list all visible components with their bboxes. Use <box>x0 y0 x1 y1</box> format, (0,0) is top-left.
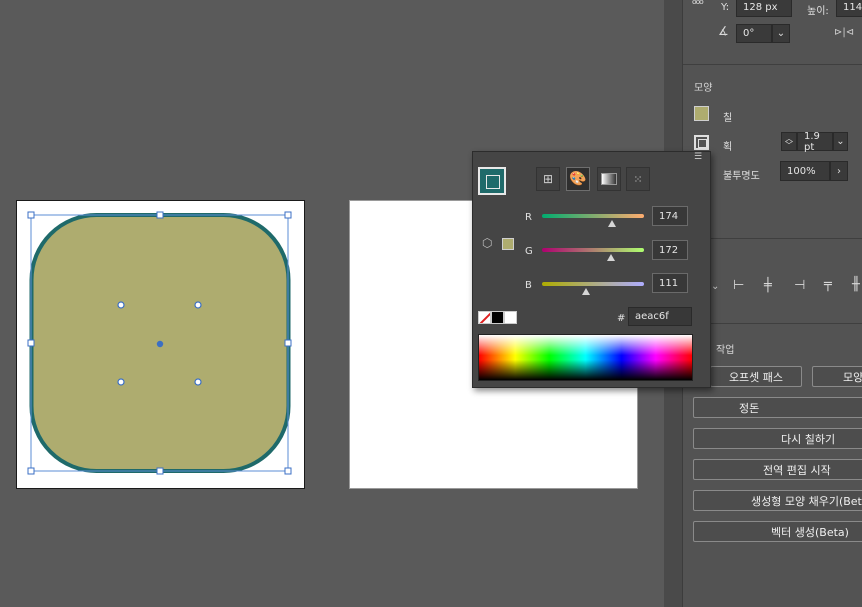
align-left-icon[interactable]: ⊢ <box>733 278 744 293</box>
current-color-swatch <box>502 238 514 250</box>
red-value-input[interactable]: 174 <box>652 206 688 226</box>
quick-actions-title: 작업 <box>716 345 735 356</box>
out-of-gamut-cube-icon[interactable]: ⬡ <box>482 236 492 250</box>
black-swatch[interactable] <box>491 311 504 324</box>
swatches-grid-icon: ⊞ <box>542 172 554 186</box>
y-label: Y: <box>721 2 730 13</box>
pattern-icon: ⁙ <box>633 172 643 186</box>
align-center-horizontal-icon[interactable]: ╪ <box>764 278 772 293</box>
align-dropdown-icon[interactable]: ⌄ <box>711 281 719 292</box>
appearance-title: 모양 <box>694 83 713 94</box>
none-swatch[interactable] <box>478 311 491 324</box>
resize-handle-t <box>156 211 164 219</box>
blue-slider-thumb[interactable] <box>582 288 591 295</box>
resize-handle-tl <box>27 211 35 219</box>
resize-handle-r <box>284 339 292 347</box>
resize-handle-b <box>156 467 164 475</box>
align-right-icon[interactable]: ⊣ <box>794 278 805 293</box>
palette-icon: 🎨 <box>569 171 587 187</box>
recolor-button[interactable]: 다시 칠하기 <box>693 428 862 449</box>
angle-input[interactable]: 0° <box>736 24 772 43</box>
blue-channel-label: B <box>525 280 532 291</box>
stroke-weight-dropdown[interactable]: ⌄ <box>833 132 848 151</box>
angle-icon: ∡ <box>718 24 729 38</box>
fill-swatch[interactable] <box>694 106 709 121</box>
resize-handle-bl <box>27 467 35 475</box>
resize-handle-br <box>284 467 292 475</box>
red-channel-label: R <box>525 212 532 223</box>
blue-value-input[interactable]: 111 <box>652 273 688 293</box>
corner-widget-tr <box>194 301 202 309</box>
y-position-input[interactable]: 128 px <box>736 0 792 17</box>
green-value-input[interactable]: 172 <box>652 240 688 260</box>
chevron-down-icon: ⌄ <box>776 28 786 39</box>
align-middle-vertical-icon[interactable]: ╫ <box>852 277 860 292</box>
fill-label: 칠 <box>723 113 733 124</box>
offset-path-button[interactable]: 오프셋 패스 <box>710 366 802 387</box>
corner-widget-tl <box>117 301 125 309</box>
gradient-icon <box>601 173 617 185</box>
mode-gradient-tab[interactable] <box>597 167 621 191</box>
mode-swatches-tab[interactable]: ⊞ <box>536 167 560 191</box>
stroke-weight-input[interactable]: 1.9 pt <box>797 131 833 153</box>
height-label: 높이: <box>807 6 829 17</box>
opacity-input[interactable]: 100% <box>780 161 830 181</box>
chevron-down-icon: ⌄ <box>836 136 845 147</box>
stroke-swatch[interactable] <box>694 135 709 150</box>
generate-vector-button[interactable]: 벡터 생성(Beta) <box>693 521 862 542</box>
hex-value-input[interactable]: aeac6f <box>628 307 692 326</box>
popup-menu-icon[interactable]: ☰ <box>694 152 702 162</box>
resize-handle-l <box>27 339 35 347</box>
green-slider-track[interactable] <box>542 248 644 252</box>
white-swatch[interactable] <box>504 311 517 324</box>
corner-widget-bl <box>117 378 125 386</box>
color-spectrum[interactable] <box>478 334 693 381</box>
mode-pattern-tab[interactable]: ⁙ <box>626 167 650 191</box>
generative-shape-fill-button[interactable]: 생성형 모양 채우기(Beta) <box>693 490 862 511</box>
red-slider-track[interactable] <box>542 214 644 218</box>
align-top-icon[interactable]: ╤ <box>824 277 832 292</box>
center-point <box>156 340 164 348</box>
shape-builder-button[interactable]: 모양 <box>812 366 862 387</box>
red-slider-thumb[interactable] <box>607 220 616 227</box>
height-input[interactable]: 114 <box>836 0 862 17</box>
arrange-button[interactable]: 정돈 <box>693 397 862 418</box>
divider-1 <box>683 64 862 65</box>
link-icon[interactable]: ᴕᴕᴕ <box>692 0 704 7</box>
blue-slider-track[interactable] <box>542 282 644 286</box>
start-global-edit-button[interactable]: 전역 편집 시작 <box>693 459 862 480</box>
stroke-label: 획 <box>723 142 733 153</box>
chevron-right-icon: › <box>837 165 841 177</box>
green-slider-thumb[interactable] <box>606 254 615 261</box>
stroke-weight-stepper[interactable]: ︿ ﹀ <box>781 132 797 151</box>
opacity-flyout-button[interactable]: › <box>830 161 848 181</box>
angle-dropdown[interactable]: ⌄ <box>772 24 790 43</box>
mode-color-mixer-tab[interactable]: 🎨 <box>566 167 590 191</box>
corner-widget-br <box>194 378 202 386</box>
stroke-target-swatch[interactable] <box>478 167 506 195</box>
chevron-down-icon: ﹀ <box>785 140 793 150</box>
green-channel-label: G <box>525 246 533 257</box>
resize-handle-tr <box>284 211 292 219</box>
flip-horizontal-icon[interactable]: ⊳|⊲ <box>834 27 854 38</box>
opacity-label: 불투명도 <box>723 171 760 182</box>
hex-hash-label: # <box>617 313 626 324</box>
